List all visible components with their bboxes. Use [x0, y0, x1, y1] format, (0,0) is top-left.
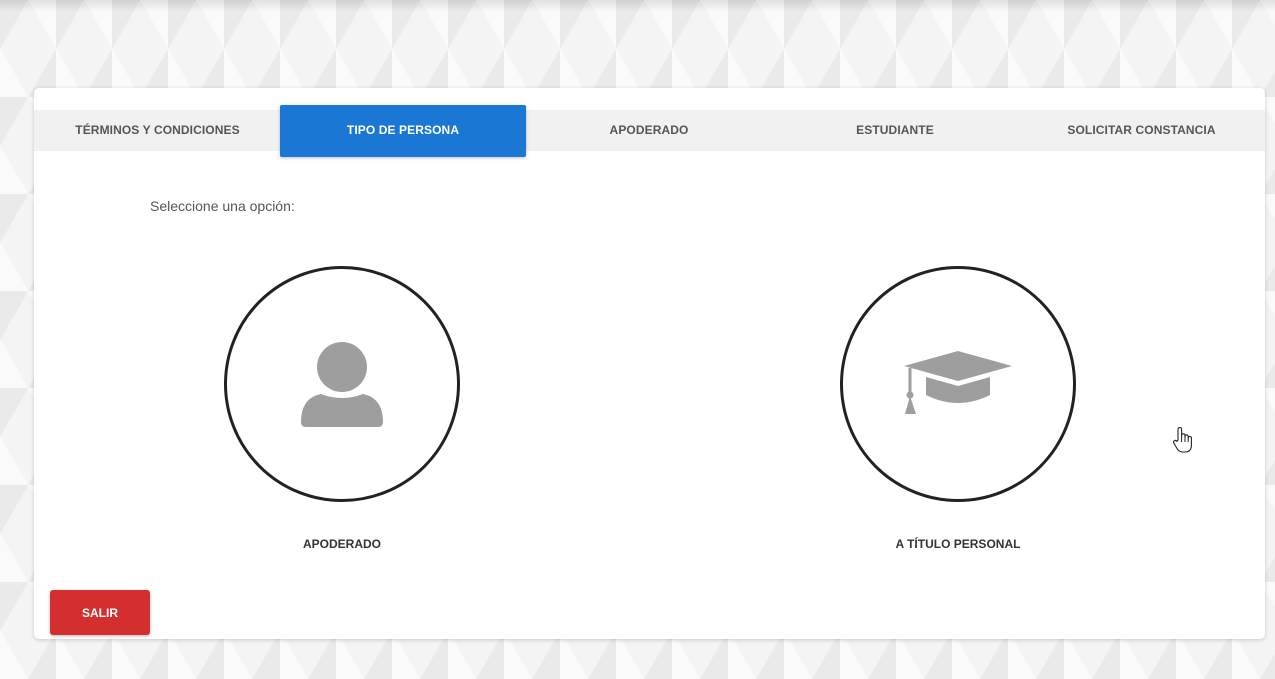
wizard-tabs: TÉRMINOS Y CONDICIONES TIPO DE PERSONA A…: [34, 105, 1265, 157]
tab-estudiante[interactable]: ESTUDIANTE: [772, 110, 1018, 151]
exit-button[interactable]: SALIR: [50, 590, 150, 635]
tab-tipo-de-persona[interactable]: TIPO DE PERSONA: [280, 105, 526, 157]
option-apoderado-circle[interactable]: [224, 266, 460, 502]
top-shadow: [0, 0, 1275, 12]
tab-solicitar-constancia[interactable]: SOLICITAR CONSTANCIA: [1018, 110, 1265, 151]
option-apoderado-label: APODERADO: [302, 537, 381, 551]
hand-pointer-icon: [1172, 426, 1192, 453]
option-titulo-personal-label: A TÍTULO PERSONAL: [895, 537, 1021, 551]
person-icon: [301, 342, 383, 427]
tab-apoderado[interactable]: APODERADO: [526, 110, 772, 151]
graduation-cap-icon: [904, 351, 1012, 414]
wizard-card: TÉRMINOS Y CONDICIONES TIPO DE PERSONA A…: [34, 88, 1265, 639]
tab-terminos-y-condiciones[interactable]: TÉRMINOS Y CONDICIONES: [34, 110, 281, 151]
instruction-text: Seleccione una opción:: [150, 198, 295, 214]
option-titulo-personal-circle[interactable]: [840, 266, 1076, 502]
